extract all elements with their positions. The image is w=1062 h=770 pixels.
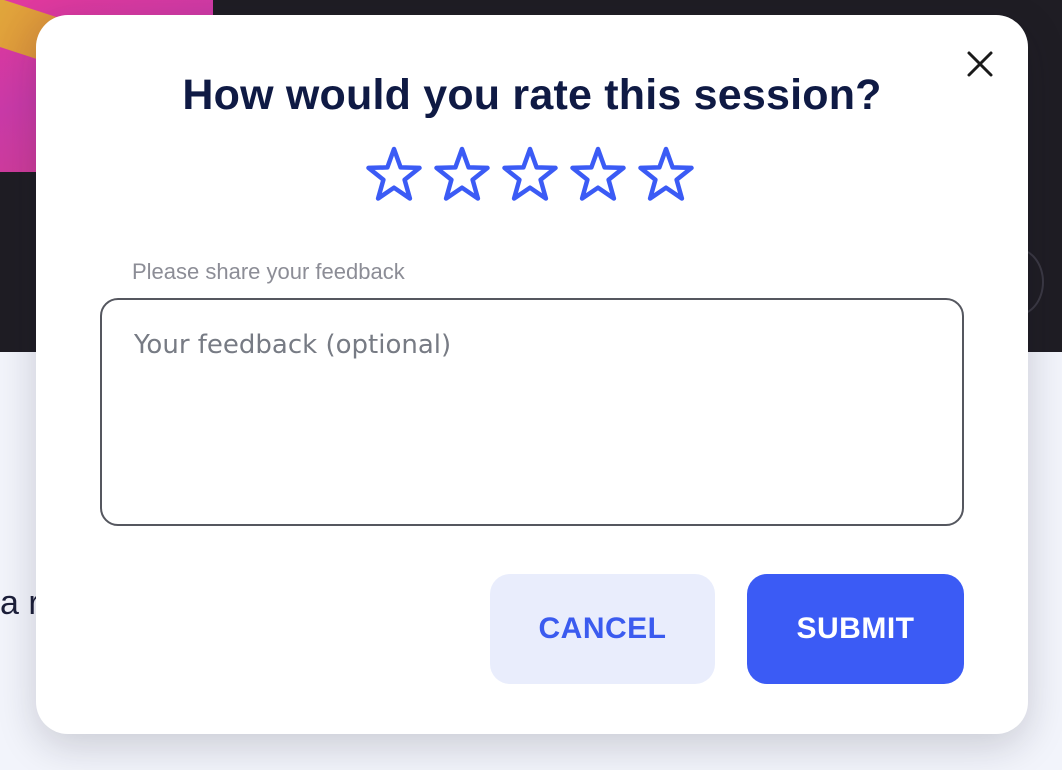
star-icon[interactable]	[638, 145, 694, 205]
modal-title: How would you rate this session?	[182, 71, 882, 119]
star-icon[interactable]	[502, 145, 558, 205]
star-icon[interactable]	[570, 145, 626, 205]
submit-button[interactable]: SUBMIT	[747, 574, 964, 684]
rating-modal: How would you rate this session? Please …	[36, 15, 1028, 734]
feedback-label: Please share your feedback	[132, 259, 405, 284]
cancel-button[interactable]: CANCEL	[490, 574, 715, 684]
star-icon[interactable]	[366, 145, 422, 205]
feedback-textarea[interactable]	[100, 298, 964, 526]
star-rating	[366, 145, 694, 207]
star-icon[interactable]	[434, 145, 490, 205]
background-partial-text: a r	[0, 584, 40, 622]
